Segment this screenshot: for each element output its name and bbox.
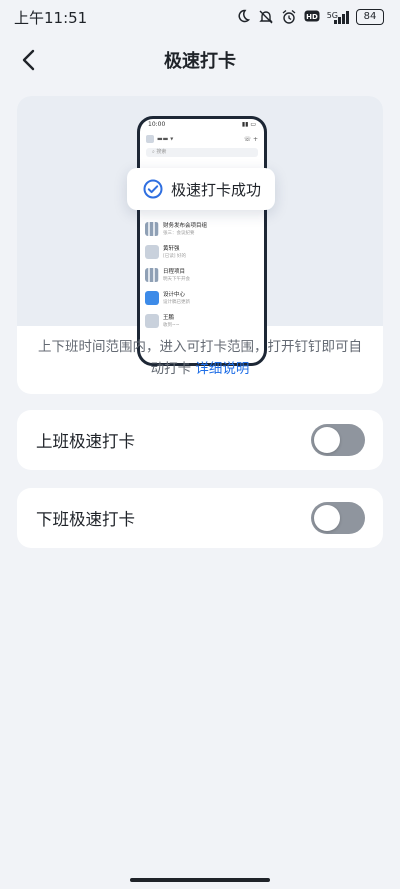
check-circle-icon (143, 179, 163, 199)
list-item: 设计中心 设计稿已更新 (140, 286, 264, 309)
phone-search-label: 搜索 (156, 149, 167, 155)
phone-status: 10:00 ▮▮ ▭ (140, 119, 264, 132)
phone-chat-list: 财务发布会项目组 张三：会议纪要 黄轩强 [已读] 好的 日程项目 明天下午开会… (140, 217, 264, 332)
chat-name: 财务发布会项目组 (163, 223, 208, 229)
details-link[interactable]: 详细说明 (195, 361, 249, 377)
moon-icon (235, 9, 251, 25)
chevron-left-icon (22, 49, 35, 71)
status-icons: HD 5G 84 (235, 9, 384, 25)
chat-name: 设计中心 (163, 292, 186, 298)
description: 上下班时间范围内，进入可打卡范围，打开钉钉即可自动打卡 详细说明 (17, 336, 383, 380)
list-item: 王鹏 收到~~ (140, 309, 264, 332)
phone-time: 10:00 (148, 121, 166, 128)
list-item: 黄轩强 [已读] 好的 (140, 240, 264, 263)
setting-row-clock-out: 下班极速打卡 (17, 488, 383, 548)
chat-name: 王鹏 (163, 315, 175, 321)
chat-avatar (145, 267, 159, 282)
status-time: 上午11:51 (14, 8, 88, 27)
back-button[interactable] (14, 46, 42, 74)
setting-label: 上班极速打卡 (36, 432, 135, 451)
clock-out-toggle[interactable] (311, 502, 365, 534)
success-toast: 极速打卡成功 (127, 168, 275, 210)
battery-icon: 84 (356, 9, 384, 25)
navbar: 极速打卡 (0, 34, 400, 86)
phone-mockup: 10:00 ▮▮ ▭ ▬▬ ▾ ☏ + ⌕ 搜索 财务发布会项目组 张三：会议纪… (137, 116, 267, 366)
phone-signal-icon: ▮▮ ▭ (241, 121, 256, 128)
status-bar: 上午11:51 HD 5G 84 (0, 0, 400, 34)
chat-preview: 收到~~ (163, 323, 180, 328)
chat-avatar (145, 313, 159, 328)
phone-avatar (146, 135, 154, 143)
chat-preview: 设计稿已更新 (163, 300, 190, 305)
hd-icon: HD (304, 9, 320, 25)
phone-header-icons: ☏ + (243, 135, 258, 143)
chat-preview: 张三：会议纪要 (163, 231, 195, 236)
chat-avatar (145, 290, 159, 305)
phone-search: ⌕ 搜索 (146, 148, 258, 157)
info-card: 10:00 ▮▮ ▭ ▬▬ ▾ ☏ + ⌕ 搜索 财务发布会项目组 张三：会议纪… (17, 96, 383, 394)
chat-avatar (145, 244, 159, 259)
toast-text: 极速打卡成功 (171, 180, 262, 199)
illustration: 10:00 ▮▮ ▭ ▬▬ ▾ ☏ + ⌕ 搜索 财务发布会项目组 张三：会议纪… (17, 96, 383, 366)
network-type: 5G (326, 11, 338, 20)
toggle-knob (314, 505, 340, 531)
svg-text:HD: HD (306, 13, 318, 21)
list-item: 日程项目 明天下午开会 (140, 263, 264, 286)
phone-header: ▬▬ ▾ ☏ + (140, 132, 264, 146)
toggle-knob (314, 427, 340, 453)
list-item: 财务发布会项目组 张三：会议纪要 (140, 217, 264, 240)
chat-name: 黄轩强 (163, 246, 180, 252)
setting-row-clock-in: 上班极速打卡 (17, 410, 383, 470)
clock-in-toggle[interactable] (311, 424, 365, 456)
battery-level: 84 (363, 11, 377, 22)
chat-name: 日程项目 (163, 269, 186, 275)
page-title: 极速打卡 (164, 51, 236, 72)
alarm-icon (281, 9, 297, 25)
chat-avatar (145, 221, 159, 236)
home-indicator[interactable] (130, 878, 270, 882)
chat-preview: [已读] 好的 (163, 254, 186, 259)
mute-icon (258, 9, 274, 25)
search-icon: ⌕ (152, 149, 155, 155)
chat-preview: 明天下午开会 (163, 277, 190, 282)
setting-label: 下班极速打卡 (36, 510, 135, 529)
